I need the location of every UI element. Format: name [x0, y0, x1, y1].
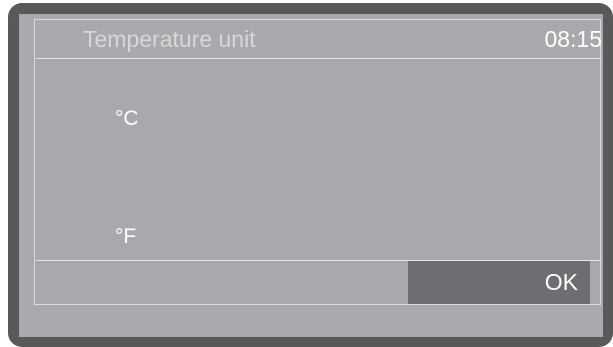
clock-time: 08:15 [544, 26, 602, 52]
header-divider [36, 58, 601, 59]
page-title: Temperature unit [83, 26, 256, 52]
ok-button[interactable]: OK [408, 261, 590, 304]
option-fahrenheit[interactable]: °F [115, 223, 136, 251]
option-celsius[interactable]: °C [115, 105, 139, 133]
display-screen: Temperature unit 08:15 °C °F OK [19, 14, 603, 337]
